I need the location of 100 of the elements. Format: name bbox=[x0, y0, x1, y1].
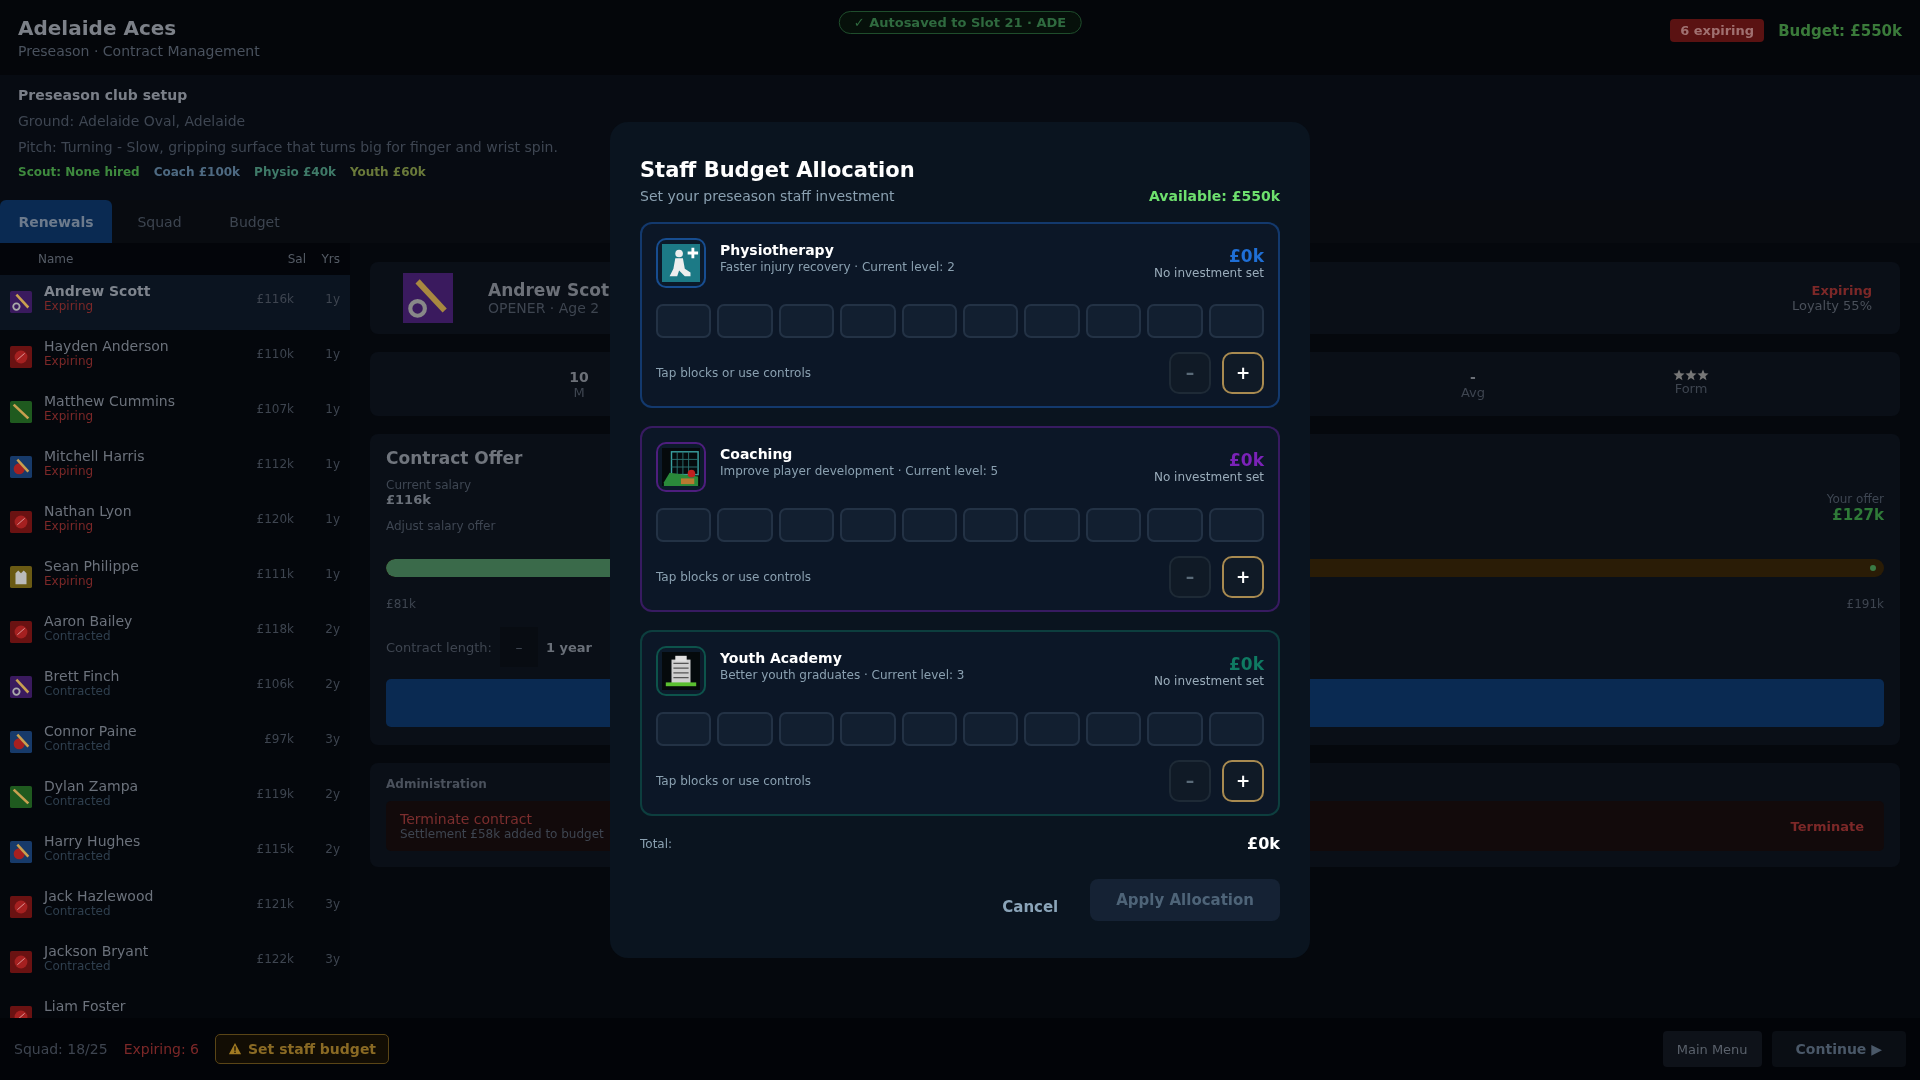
contract-status: Contracted bbox=[44, 629, 112, 643]
player-name: Dylan Zampa bbox=[44, 778, 140, 794]
contract-status: Contracted bbox=[44, 849, 112, 863]
salary-cell-text: £97k bbox=[263, 732, 294, 746]
setup-title: Preseason club setup bbox=[18, 87, 189, 103]
column-header: Yrs bbox=[320, 252, 340, 266]
player-name: Harry Hughes bbox=[44, 833, 142, 849]
investment-amount: £0k bbox=[1228, 654, 1264, 674]
section-title: Contract Offer bbox=[386, 448, 523, 468]
salary-cell-text: £120k bbox=[255, 512, 294, 526]
investment-note: No investment set bbox=[1153, 674, 1264, 688]
available-budget: Available: £550k bbox=[1148, 188, 1280, 204]
stat-label: Avg bbox=[1460, 384, 1486, 400]
dialog-subtitle: Set your preseason staff investment bbox=[640, 188, 895, 204]
player-name: Jackson Bryant bbox=[44, 943, 150, 959]
page-subtitle: Preseason · Contract Management bbox=[18, 43, 260, 59]
contract-status: Contracted bbox=[44, 959, 112, 973]
player-name: Nathan Lyon bbox=[44, 503, 133, 519]
hint-text: Tap blocks or use controls bbox=[656, 366, 812, 380]
min-salary: £81k bbox=[386, 597, 416, 611]
salary-cell-text: £119k bbox=[255, 787, 294, 801]
player-name: Hayden Anderson bbox=[44, 338, 170, 354]
current-salary: £116k bbox=[386, 492, 432, 507]
player-name: Connor Paine bbox=[44, 723, 138, 739]
staff-description: Faster injury recovery · Current level: 2 bbox=[720, 260, 956, 274]
years-cell-text: 2y bbox=[324, 787, 340, 801]
years-cell-text: 1y bbox=[324, 457, 340, 471]
staff-label: Coach £100k bbox=[153, 165, 241, 179]
squad-count: Squad: 18/25 bbox=[14, 1041, 108, 1057]
total-value: £0k bbox=[1247, 834, 1280, 853]
salary-cell-text: £115k bbox=[255, 842, 294, 856]
pitch-text: Pitch: Turning - Slow, gripping surface that turns big for finger and wrist spin. bbox=[18, 139, 559, 155]
player-name: Aaron Bailey bbox=[44, 613, 134, 629]
salary-cell-text: £111k bbox=[255, 567, 294, 581]
years-cell-text: 2y bbox=[324, 622, 340, 636]
salary-cell-text: £121k bbox=[255, 897, 294, 911]
hint-text: Tap blocks or use controls bbox=[656, 570, 812, 584]
contract-status: Expiring bbox=[1810, 283, 1872, 298]
staff-label: Physio £40k bbox=[254, 165, 336, 179]
years-cell-text: 1y bbox=[324, 347, 340, 361]
contract-status: Expiring bbox=[44, 519, 95, 533]
total-label: Total: bbox=[640, 836, 673, 851]
contract-status: Expiring bbox=[44, 354, 95, 368]
years-cell-text: 2y bbox=[324, 677, 340, 691]
stat-label: M bbox=[573, 384, 585, 400]
length-value: 1 year bbox=[545, 639, 592, 655]
length-label: Contract length: bbox=[386, 639, 492, 655]
staff-label: Youth £60k bbox=[349, 165, 426, 179]
investment-note: No investment set bbox=[1153, 266, 1264, 280]
settlement-text: Settlement £58k added to budget bbox=[400, 827, 604, 841]
years-cell-text: 3y bbox=[324, 897, 340, 911]
staff-description: Improve player development · Current level: 5 bbox=[720, 464, 1000, 478]
dialog-title: Staff Budget Allocation bbox=[640, 158, 916, 182]
player-name: Matthew Cummins bbox=[44, 393, 176, 409]
player-name: Jack Hazlewood bbox=[44, 888, 155, 904]
contract-status: Contracted bbox=[44, 904, 112, 918]
budget-label: Budget: £550k bbox=[1778, 21, 1902, 40]
stat-label: Form bbox=[1674, 380, 1708, 396]
field-label: Current salary bbox=[386, 478, 473, 492]
player-name: Sean Philippe bbox=[44, 558, 140, 574]
staff-name: Physiotherapy bbox=[720, 242, 835, 258]
player-name: Andrew Scott bbox=[44, 283, 152, 299]
contract-status: Contracted bbox=[44, 684, 112, 698]
salary-cell-text: £118k bbox=[255, 622, 294, 636]
salary-cell-text: £112k bbox=[255, 457, 294, 471]
staff-name: Youth Academy bbox=[720, 650, 843, 666]
contract-status: Expiring bbox=[44, 464, 95, 478]
offer-value: £127k bbox=[1831, 506, 1884, 524]
years-cell-text: 1y bbox=[324, 402, 340, 416]
contract-status: Expiring bbox=[44, 574, 95, 588]
salary-cell-text: £110k bbox=[255, 347, 294, 361]
field-label: Adjust salary offer bbox=[386, 519, 497, 533]
expiring-count: Expiring: 6 bbox=[123, 1041, 199, 1057]
contract-status: Expiring bbox=[44, 409, 95, 423]
stat-value: - bbox=[1470, 368, 1476, 385]
investment-amount: £0k bbox=[1228, 450, 1264, 470]
years-cell-text: 2y bbox=[324, 842, 340, 856]
field-label: Your offer bbox=[1826, 492, 1884, 506]
stat-value: 10 bbox=[569, 368, 589, 385]
max-salary: £191k bbox=[1846, 597, 1884, 611]
section-title: Administration bbox=[386, 777, 487, 791]
team-name: Adelaide Aces bbox=[18, 16, 178, 40]
staff-label: Scout: None hired bbox=[18, 165, 140, 179]
expiring-badge: 6 expiring bbox=[1670, 19, 1765, 42]
contract-status: Expiring bbox=[44, 299, 95, 313]
hint-text: Tap blocks or use controls bbox=[656, 774, 812, 788]
loyalty-text: Loyalty 55% bbox=[1791, 298, 1872, 313]
player-name: Brett Finch bbox=[44, 668, 121, 684]
years-cell-text: 3y bbox=[324, 732, 340, 746]
investment-note: No investment set bbox=[1153, 470, 1264, 484]
player-name: Mitchell Harris bbox=[44, 448, 146, 464]
ground-text: Ground: Adelaide Oval, Adelaide bbox=[18, 113, 247, 129]
years-cell-text: 1y bbox=[324, 512, 340, 526]
player-name: Liam Foster bbox=[44, 998, 127, 1014]
contract-status: Contracted bbox=[44, 739, 112, 753]
staff-description: Better youth graduates · Current level: 3 bbox=[720, 668, 966, 682]
staff-name: Coaching bbox=[720, 446, 794, 462]
terminate-title: Terminate contract bbox=[400, 811, 533, 827]
column-header: Sal bbox=[286, 252, 306, 266]
salary-cell-text: £122k bbox=[255, 952, 294, 966]
